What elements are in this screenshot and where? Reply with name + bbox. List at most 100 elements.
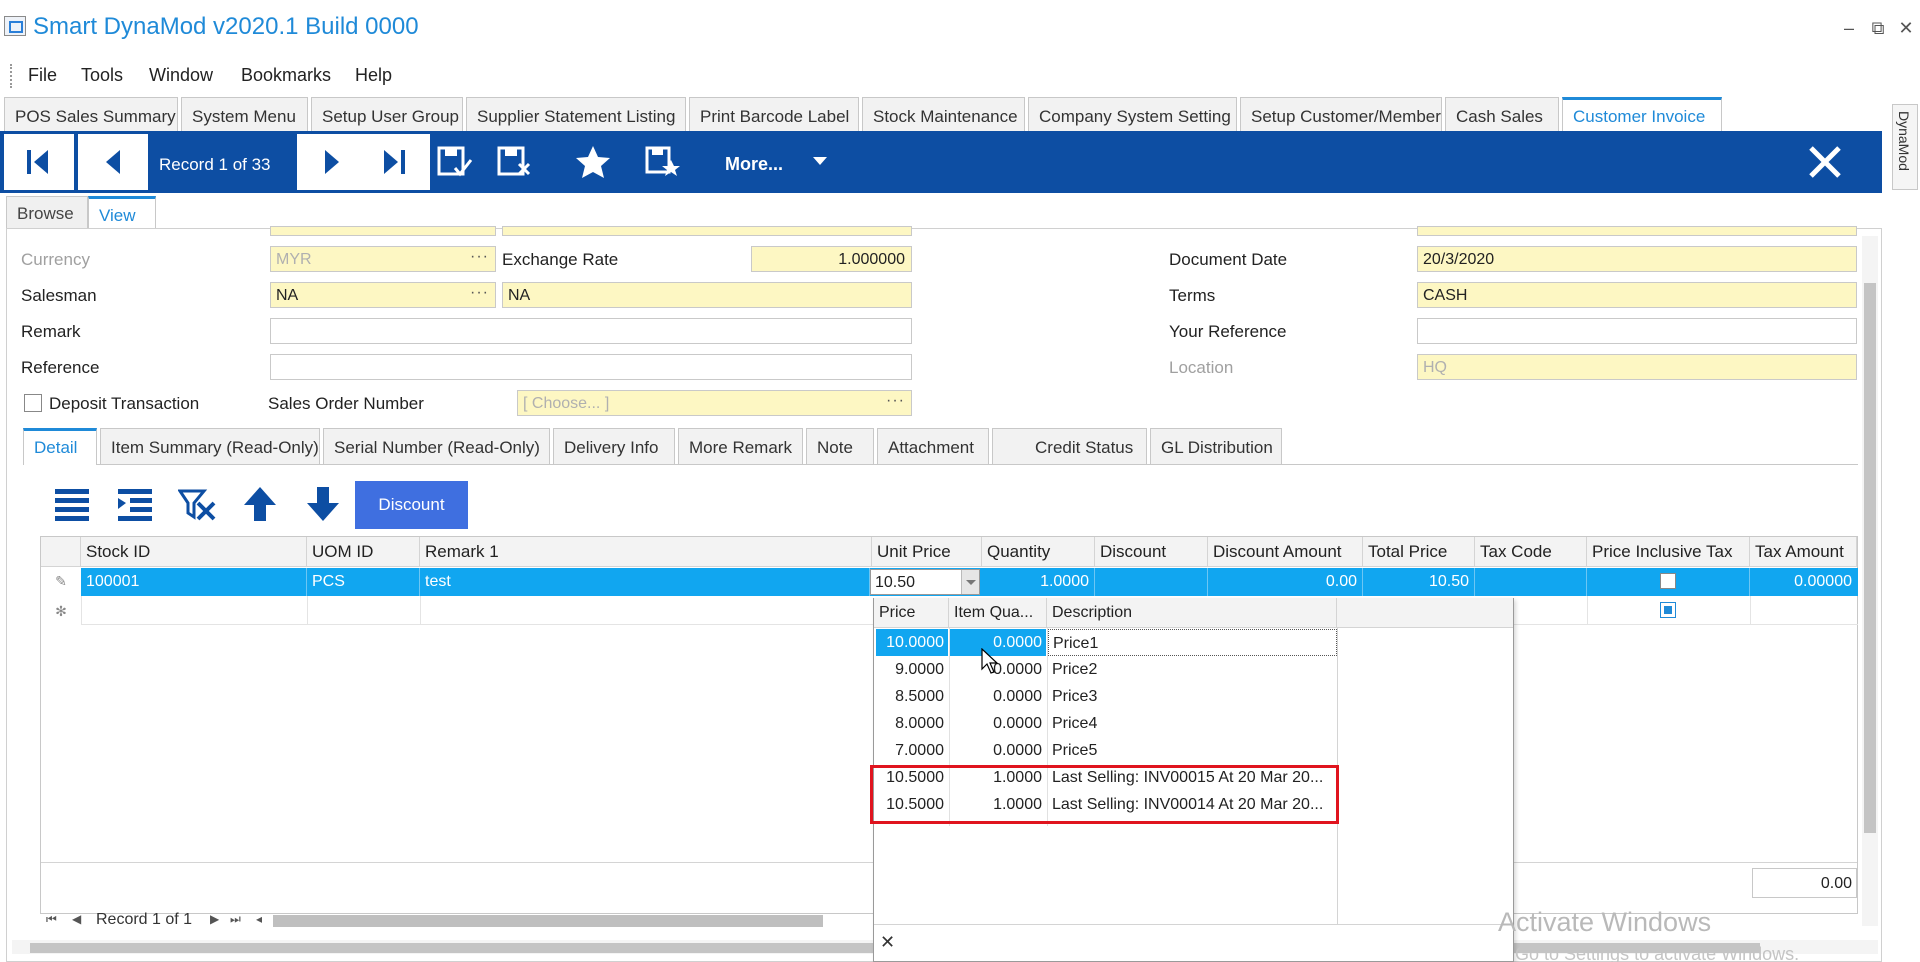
popup-row-price[interactable]: 8.0000 bbox=[876, 710, 948, 737]
more-menu-button[interactable]: More... bbox=[725, 154, 783, 175]
popup-row-price[interactable]: 9.0000 bbox=[876, 656, 948, 683]
col-stock-id[interactable]: Stock ID bbox=[81, 537, 307, 567]
sales-order-field[interactable]: [ Choose... ] ··· bbox=[517, 390, 912, 416]
tab-item-summary[interactable]: Item Summary (Read-Only) bbox=[100, 428, 320, 464]
nav-first-icon[interactable]: ⏮ bbox=[46, 912, 57, 927]
move-down-button[interactable] bbox=[300, 481, 346, 527]
minimize-button[interactable]: – bbox=[1837, 18, 1861, 39]
cell-price-inclusive-tax[interactable] bbox=[1587, 568, 1750, 596]
location-field[interactable]: HQ bbox=[1417, 354, 1857, 380]
popup-row-description[interactable]: Price2 bbox=[1048, 656, 1337, 683]
col-tax-amount[interactable]: Tax Amount bbox=[1750, 537, 1857, 567]
grid-hscroll-thumb[interactable] bbox=[273, 915, 823, 927]
col-tax-code[interactable]: Tax Code bbox=[1475, 537, 1587, 567]
col-uom-id[interactable]: UOM ID bbox=[307, 537, 420, 567]
new-row-inclusive-tax-checkbox[interactable] bbox=[1660, 602, 1676, 618]
menu-bookmarks[interactable]: Bookmarks bbox=[241, 65, 331, 86]
close-form-button[interactable] bbox=[1790, 134, 1860, 190]
previous-record-button[interactable] bbox=[78, 134, 148, 190]
restore-button[interactable]: ⧉ bbox=[1866, 18, 1890, 39]
doc-tab-print-barcode-label[interactable]: Print Barcode Label bbox=[689, 97, 859, 131]
popup-col-price[interactable]: Price bbox=[874, 598, 949, 628]
cell-remark-1[interactable]: test bbox=[420, 568, 870, 596]
cell-stock-id[interactable]: 100001 bbox=[81, 568, 307, 596]
popup-row-qty[interactable]: 0.0000 bbox=[950, 710, 1046, 737]
sales-order-lookup-icon[interactable]: ··· bbox=[886, 392, 905, 410]
popup-close-button[interactable]: ✕ bbox=[880, 932, 895, 953]
menu-tools[interactable]: Tools bbox=[81, 65, 123, 86]
col-discount-amount[interactable]: Discount Amount bbox=[1208, 537, 1363, 567]
tab-detail[interactable]: Detail bbox=[23, 428, 97, 465]
close-window-button[interactable]: ✕ bbox=[1894, 18, 1918, 39]
tab-view[interactable]: View bbox=[88, 196, 156, 229]
save-bookmark-button[interactable] bbox=[628, 134, 698, 190]
terms-field[interactable]: CASH bbox=[1417, 282, 1857, 308]
cell-tax-code[interactable] bbox=[1475, 568, 1587, 596]
discount-button[interactable]: Discount bbox=[355, 481, 468, 529]
your-reference-field[interactable] bbox=[1417, 318, 1857, 344]
tab-attachment[interactable]: Attachment bbox=[877, 428, 989, 464]
reference-field[interactable] bbox=[270, 354, 912, 380]
doc-tab-cash-sales[interactable]: Cash Sales bbox=[1445, 97, 1559, 131]
exchange-rate-field[interactable]: 1.000000 bbox=[751, 246, 912, 272]
move-up-button[interactable] bbox=[237, 481, 283, 527]
cell-discount-amount[interactable]: 0.00 bbox=[1208, 568, 1363, 596]
hscroll-left-icon[interactable]: ◂ bbox=[256, 912, 262, 926]
doc-tab-company-system-setting[interactable]: Company System Setting bbox=[1028, 97, 1237, 131]
doc-tab-customer-invoice[interactable]: Customer Invoice bbox=[1562, 97, 1722, 132]
menu-window[interactable]: Window bbox=[149, 65, 213, 86]
col-discount[interactable]: Discount bbox=[1095, 537, 1208, 567]
remark-field[interactable] bbox=[270, 318, 912, 344]
menu-help[interactable]: Help bbox=[355, 65, 392, 86]
popup-row-description[interactable]: Price4 bbox=[1048, 710, 1337, 737]
menu-file[interactable]: File bbox=[28, 65, 57, 86]
doc-tab-supplier-statement-listing[interactable]: Supplier Statement Listing bbox=[466, 97, 686, 131]
nav-prev-icon[interactable]: ◀ bbox=[72, 912, 81, 926]
next-record-button[interactable] bbox=[297, 134, 367, 190]
cell-discount[interactable] bbox=[1095, 568, 1208, 596]
delete-row-button[interactable] bbox=[175, 481, 221, 527]
cell-quantity[interactable]: 1.0000 bbox=[982, 568, 1095, 596]
bookmark-button[interactable] bbox=[558, 134, 628, 190]
col-quantity[interactable]: Quantity bbox=[982, 537, 1095, 567]
tab-delivery-info[interactable]: Delivery Info bbox=[553, 428, 675, 464]
doc-tab-pos-sales-summary[interactable]: POS Sales Summary bbox=[4, 97, 178, 131]
document-date-field[interactable]: 20/3/2020 bbox=[1417, 246, 1857, 272]
popup-col-item-qty[interactable]: Item Qua... bbox=[949, 598, 1047, 628]
popup-row-price[interactable]: 7.0000 bbox=[876, 737, 948, 764]
nav-last-icon[interactable]: ⏭ bbox=[230, 912, 241, 927]
deposit-checkbox[interactable] bbox=[24, 394, 42, 412]
tab-browse[interactable]: Browse bbox=[6, 196, 88, 228]
first-record-button[interactable] bbox=[4, 134, 74, 190]
dynamod-side-tab[interactable]: DynaMod bbox=[1892, 104, 1918, 190]
nav-next-icon[interactable]: ▶ bbox=[210, 912, 219, 926]
tab-more-remark[interactable]: More Remark bbox=[678, 428, 803, 464]
insert-row-button[interactable] bbox=[112, 481, 158, 527]
add-row-button[interactable] bbox=[49, 481, 95, 527]
popup-row-price[interactable]: 8.5000 bbox=[876, 683, 948, 710]
cell-tax-amount[interactable]: 0.00000 bbox=[1750, 568, 1857, 596]
popup-row-qty[interactable]: 0.0000 bbox=[950, 683, 1046, 710]
popup-row-price[interactable]: 10.0000 bbox=[876, 629, 948, 656]
col-price-inclusive-tax[interactable]: Price Inclusive Tax bbox=[1587, 537, 1750, 567]
popup-row-description[interactable]: Price1 bbox=[1048, 629, 1337, 656]
currency-field[interactable]: MYR ··· bbox=[270, 246, 496, 272]
col-total-price[interactable]: Total Price bbox=[1363, 537, 1475, 567]
salesman-lookup-icon[interactable]: ··· bbox=[470, 284, 489, 302]
cell-uom-id[interactable]: PCS bbox=[307, 568, 420, 596]
doc-tab-system-menu[interactable]: System Menu bbox=[181, 97, 308, 131]
unit-price-editor[interactable]: 10.50 bbox=[870, 569, 980, 595]
tab-gl-distribution[interactable]: GL Distribution bbox=[1150, 428, 1282, 464]
doc-tab-setup-user-group[interactable]: Setup User Group bbox=[311, 97, 463, 131]
unit-price-dropdown-icon[interactable] bbox=[961, 570, 979, 594]
col-unit-price[interactable]: Unit Price bbox=[872, 537, 982, 567]
currency-lookup-icon[interactable]: ··· bbox=[470, 248, 489, 266]
form-vscroll-thumb[interactable] bbox=[1864, 283, 1876, 833]
tab-credit-status[interactable]: Credit Status bbox=[992, 428, 1147, 464]
cancel-edit-button[interactable] bbox=[480, 134, 550, 190]
cell-total-price[interactable]: 10.50 bbox=[1363, 568, 1475, 596]
popup-col-description[interactable]: Description bbox=[1047, 598, 1337, 628]
more-dropdown-icon[interactable] bbox=[813, 157, 827, 165]
tab-serial-number[interactable]: Serial Number (Read-Only) bbox=[323, 428, 550, 464]
doc-tab-setup-customer-member[interactable]: Setup Customer/Member bbox=[1240, 97, 1442, 131]
